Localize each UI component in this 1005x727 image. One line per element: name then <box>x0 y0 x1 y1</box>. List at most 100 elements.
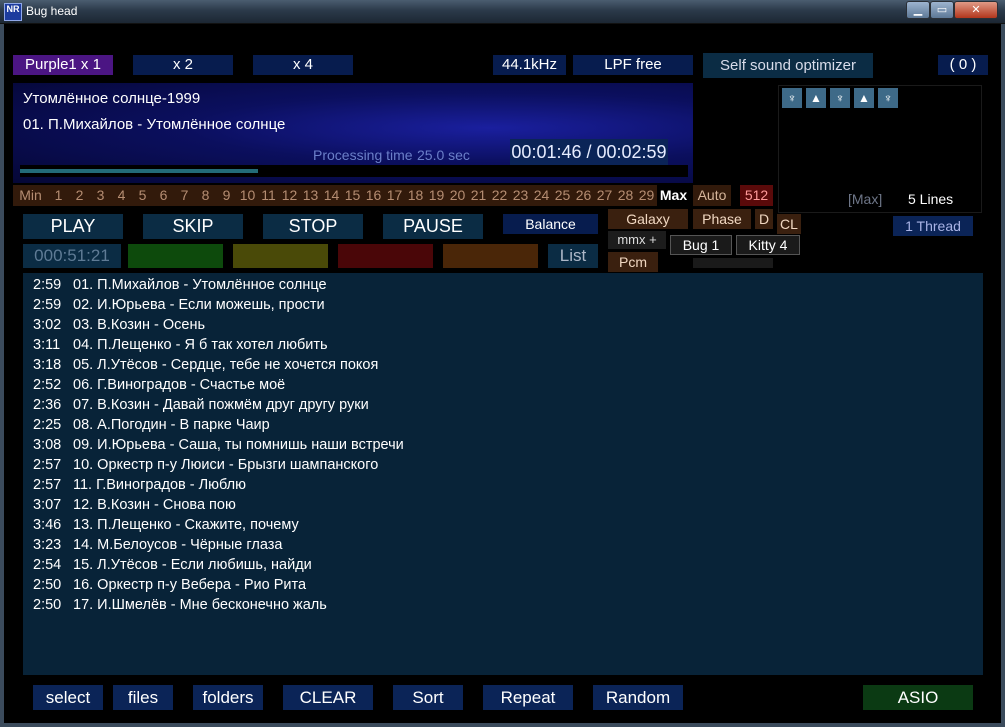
level-9[interactable]: 9 <box>216 185 237 206</box>
buffer-512-button[interactable]: 512 <box>740 185 773 206</box>
track-duration: 3:18 <box>33 357 62 373</box>
playlist-row[interactable]: 3:07 12. В.Козин - Снова пою <box>33 495 236 515</box>
pcm-button[interactable]: Pcm <box>608 252 658 272</box>
level-3[interactable]: 3 <box>90 185 111 206</box>
level-14[interactable]: 14 <box>321 185 342 206</box>
level-28[interactable]: 28 <box>615 185 636 206</box>
olive-block[interactable] <box>233 244 328 268</box>
sample-rate-button[interactable]: 44.1kHz <box>493 55 566 75</box>
level-5[interactable]: 5 <box>132 185 153 206</box>
level-min[interactable]: Min <box>13 185 48 206</box>
level-18[interactable]: 18 <box>405 185 426 206</box>
playlist[interactable]: 2:59 01. П.Михайлов - Утомлённое солнце 2:… <box>23 273 983 675</box>
level-16[interactable]: 16 <box>363 185 384 206</box>
counter-button[interactable]: ( 0 ) <box>938 55 988 75</box>
sort-button[interactable]: Sort <box>393 685 463 710</box>
track-title: 02. И.Юрьева - Если можешь, прости <box>73 297 325 313</box>
cone-icon[interactable]: ▲ <box>806 88 826 108</box>
level-8[interactable]: 8 <box>195 185 216 206</box>
files-button[interactable]: files <box>113 685 173 710</box>
list-button[interactable]: List <box>548 244 598 268</box>
phase-button[interactable]: Phase <box>693 209 751 229</box>
level-20[interactable]: 20 <box>447 185 468 206</box>
playlist-row[interactable]: 3:46 13. П.Лещенко - Скажите, почему <box>33 515 299 535</box>
level-4[interactable]: 4 <box>111 185 132 206</box>
playlist-row[interactable]: 2:36 07. В.Козин - Давай пожмём друг друг… <box>33 395 369 415</box>
playlist-row[interactable]: 2:50 17. И.Шмелёв - Мне бесконечно жаль <box>33 595 327 615</box>
level-25[interactable]: 25 <box>552 185 573 206</box>
cone-icon[interactable]: ▲ <box>854 88 874 108</box>
playlist-row[interactable]: 3:23 14. М.Белоусов - Чёрные глаза <box>33 535 282 555</box>
level-29[interactable]: 29 <box>636 185 657 206</box>
stop-button[interactable]: STOP <box>263 214 363 239</box>
level-13[interactable]: 13 <box>300 185 321 206</box>
playlist-row[interactable]: 2:57 10. Оркестр п-у Люиси - Брызги шампа… <box>33 455 378 475</box>
bug-icon[interactable]: ♆ <box>782 88 802 108</box>
level-10[interactable]: 10 <box>237 185 258 206</box>
level-2[interactable]: 2 <box>69 185 90 206</box>
pause-button[interactable]: PAUSE <box>383 214 483 239</box>
level-22[interactable]: 22 <box>489 185 510 206</box>
level-27[interactable]: 27 <box>594 185 615 206</box>
green-block[interactable] <box>128 244 223 268</box>
level-23[interactable]: 23 <box>510 185 531 206</box>
playlist-row[interactable]: 2:57 11. Г.Виноградов - Люблю <box>33 475 246 495</box>
playlist-row[interactable]: 3:18 05. Л.Утёсов - Сердце, тебе не хочет… <box>33 355 378 375</box>
kitty-button[interactable]: Kitty 4 <box>736 235 800 255</box>
track-title: 12. В.Козин - Снова пою <box>73 497 236 513</box>
maximize-button[interactable]: ▭ <box>930 1 954 19</box>
level-15[interactable]: 15 <box>342 185 363 206</box>
red-block[interactable] <box>338 244 433 268</box>
playlist-row[interactable]: 2:25 08. А.Погодин - В парке Чаир <box>33 415 270 435</box>
asio-button[interactable]: ASIO <box>863 685 973 710</box>
clear-button[interactable]: CLEAR <box>283 685 373 710</box>
playlist-row[interactable]: 3:08 09. И.Юрьева - Саша, ты помнишь наши… <box>33 435 404 455</box>
lpf-button[interactable]: LPF free <box>573 55 693 75</box>
level-11[interactable]: 11 <box>258 185 279 206</box>
level-7[interactable]: 7 <box>174 185 195 206</box>
skip-button[interactable]: SKIP <box>143 214 243 239</box>
thread-button[interactable]: 1 Thread <box>893 216 973 236</box>
playlist-row[interactable]: 3:02 03. В.Козин - Осень <box>33 315 205 335</box>
level-1[interactable]: 1 <box>48 185 69 206</box>
x2-button[interactable]: x 2 <box>133 55 233 75</box>
repeat-button[interactable]: Repeat <box>483 685 573 710</box>
close-button[interactable]: ✕ <box>954 1 998 19</box>
play-button[interactable]: PLAY <box>23 214 123 239</box>
viz-max-label[interactable]: [Max] <box>848 191 882 207</box>
balance-button[interactable]: Balance <box>503 214 598 234</box>
mmx-button[interactable]: mmx + <box>608 231 666 249</box>
purple-x1-button[interactable]: Purple1 x 1 <box>13 55 113 75</box>
title-bar[interactable] <box>0 0 1005 24</box>
viz-lines-label[interactable]: 5 Lines <box>908 191 953 207</box>
playlist-row[interactable]: 2:50 16. Оркестр п-у Вебера - Рио Рита <box>33 575 306 595</box>
level-24[interactable]: 24 <box>531 185 552 206</box>
bug-icon[interactable]: ♆ <box>830 88 850 108</box>
level-17[interactable]: 17 <box>384 185 405 206</box>
random-button[interactable]: Random <box>593 685 683 710</box>
level-19[interactable]: 19 <box>426 185 447 206</box>
playlist-row[interactable]: 2:54 15. Л.Утёсов - Если любишь, найди <box>33 555 312 575</box>
x4-button[interactable]: x 4 <box>253 55 353 75</box>
folders-button[interactable]: folders <box>193 685 263 710</box>
auto-button[interactable]: Auto <box>693 185 731 206</box>
orange-block[interactable] <box>443 244 538 268</box>
playlist-row[interactable]: 2:59 02. И.Юрьева - Если можешь, прости <box>33 295 325 315</box>
playlist-row[interactable]: 2:52 06. Г.Виноградов - Счастье моё <box>33 375 285 395</box>
bug-icon[interactable]: ♆ <box>878 88 898 108</box>
select-button[interactable]: select <box>33 685 103 710</box>
progress-bar[interactable] <box>20 165 688 177</box>
level-12[interactable]: 12 <box>279 185 300 206</box>
level-26[interactable]: 26 <box>573 185 594 206</box>
minimize-button[interactable]: ▁ <box>906 1 930 19</box>
level-max[interactable]: Max <box>657 185 690 206</box>
playlist-row[interactable]: 3:11 04. П.Лещенко - Я б так хотел любить <box>33 335 328 355</box>
playlist-row[interactable]: 2:59 01. П.Михайлов - Утомлённое солнце <box>33 275 327 295</box>
cl-button[interactable]: CL <box>777 214 801 234</box>
level-21[interactable]: 21 <box>468 185 489 206</box>
galaxy-button[interactable]: Galaxy <box>608 209 688 229</box>
self-sound-optimizer-button[interactable]: Self sound optimizer <box>703 53 873 78</box>
d-button[interactable]: D <box>755 209 773 229</box>
bug-button[interactable]: Bug 1 <box>670 235 732 255</box>
level-6[interactable]: 6 <box>153 185 174 206</box>
